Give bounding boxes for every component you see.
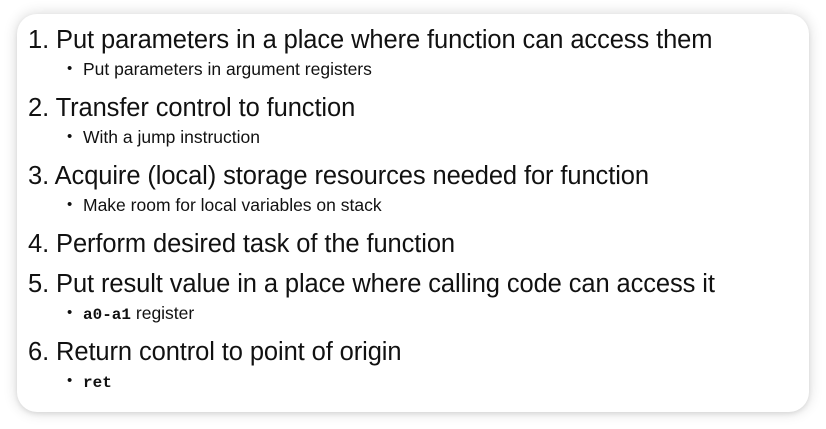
step-6-subpoint: • ret	[28, 368, 715, 394]
procedure-steps-list: 1. Put parameters in a place where funct…	[28, 24, 715, 404]
bullet-icon: •	[67, 60, 73, 77]
step-2-subpoint: • With a jump instruction	[28, 124, 715, 150]
step-6: 6. Return control to point of origin • r…	[28, 336, 715, 394]
step-1-subpoint-text: Put parameters in argument registers	[83, 59, 372, 79]
slide-card: 1. Put parameters in a place where funct…	[17, 14, 809, 412]
step-3-subpoint-text: Make room for local variables on stack	[83, 195, 382, 215]
step-6-title: 6. Return control to point of origin	[28, 338, 402, 366]
step-4: 4. Perform desired task of the function	[28, 228, 715, 260]
step-5-subpoint: • a0-a1 register	[28, 300, 715, 326]
step-2-subpoint-text: With a jump instruction	[83, 127, 261, 147]
step-5-subpoint-text: register	[131, 303, 195, 323]
bullet-icon: •	[67, 372, 73, 389]
step-3: 3. Acquire (local) storage resources nee…	[28, 160, 715, 218]
step-4-title: 4. Perform desired task of the function	[28, 230, 455, 258]
bullet-icon: •	[67, 304, 73, 321]
step-5: 5. Put result value in a place where cal…	[28, 268, 715, 326]
register-code: a0-a1	[83, 306, 132, 324]
step-3-subpoint: • Make room for local variables on stack	[28, 192, 715, 218]
bullet-icon: •	[67, 196, 73, 213]
step-3-title: 3. Acquire (local) storage resources nee…	[28, 162, 649, 190]
step-2-title: 2. Transfer control to function	[28, 94, 356, 122]
step-1: 1. Put parameters in a place where funct…	[28, 24, 715, 82]
ret-instruction-code: ret	[83, 374, 112, 392]
bullet-icon: •	[67, 128, 73, 145]
step-1-subpoint: • Put parameters in argument registers	[28, 56, 715, 82]
step-5-title: 5. Put result value in a place where cal…	[28, 270, 715, 298]
step-1-title: 1. Put parameters in a place where funct…	[28, 26, 713, 54]
step-2: 2. Transfer control to function • With a…	[28, 92, 715, 150]
